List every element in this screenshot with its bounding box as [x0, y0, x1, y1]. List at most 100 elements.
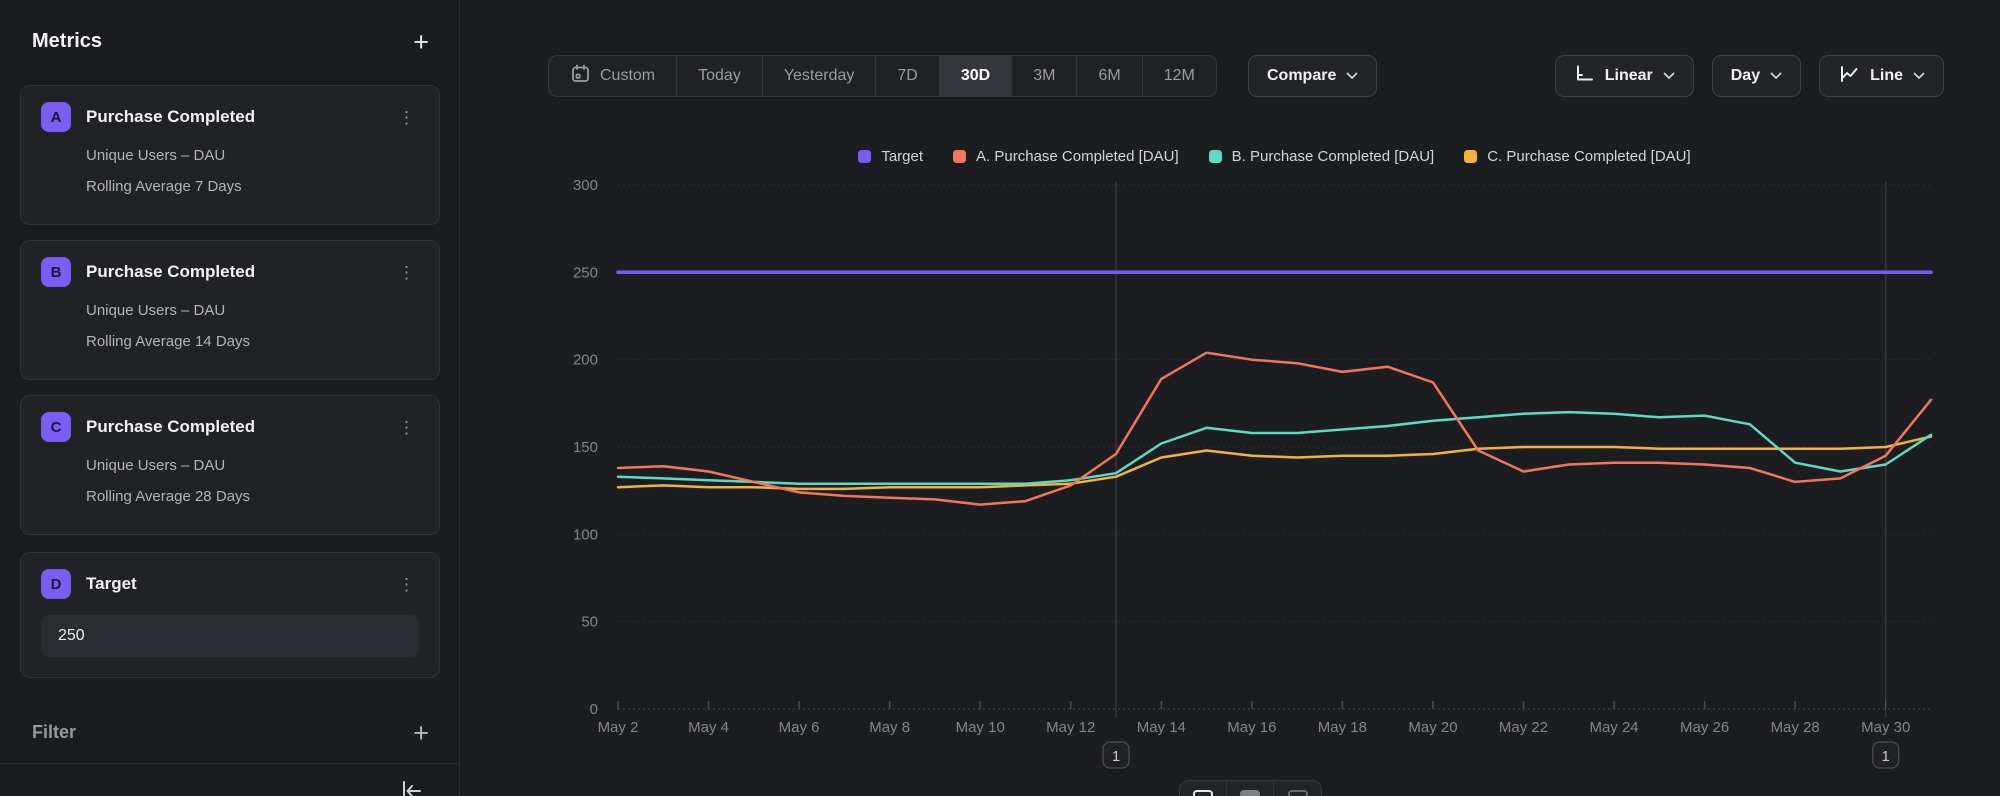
- target-card[interactable]: D Target ⋮: [20, 552, 440, 678]
- sidebar-divider: [0, 763, 459, 764]
- chart-type-label: Line: [1870, 67, 1903, 85]
- svg-text:150: 150: [573, 439, 598, 456]
- metric-title: Purchase Completed: [86, 262, 394, 282]
- chevron-down-icon: [1346, 67, 1358, 85]
- view-toggle: [1179, 780, 1322, 796]
- chevron-down-icon: [1913, 67, 1925, 85]
- range-label: Custom: [600, 67, 655, 85]
- metrics-header: Metrics +: [32, 30, 429, 53]
- metric-badge-b: B: [41, 257, 71, 287]
- range-3m[interactable]: 3M: [1012, 56, 1077, 96]
- interval-label: Day: [1731, 67, 1760, 85]
- scale-select[interactable]: Linear: [1555, 55, 1694, 97]
- add-metric-button[interactable]: +: [413, 32, 429, 52]
- metric-card-head: C Purchase Completed ⋮: [41, 412, 419, 442]
- metric-badge-c: C: [41, 412, 71, 442]
- grid-view-button[interactable]: [1274, 781, 1321, 796]
- chart-view-icon: [1193, 790, 1213, 796]
- svg-text:200: 200: [573, 352, 598, 369]
- metric-card-head: B Purchase Completed ⋮: [41, 257, 419, 287]
- scale-label: Linear: [1605, 67, 1653, 85]
- compare-button[interactable]: Compare: [1248, 55, 1377, 97]
- range-label: 30D: [961, 67, 990, 85]
- axis-scale-icon: [1574, 63, 1595, 89]
- target-value-input[interactable]: [41, 615, 419, 657]
- metric-measure: Unique Users – DAU: [86, 147, 419, 164]
- svg-text:May 16: May 16: [1227, 719, 1276, 736]
- collapse-sidebar-icon[interactable]: [398, 778, 424, 796]
- calendar-icon: [570, 63, 591, 89]
- range-6m[interactable]: 6M: [1077, 56, 1142, 96]
- svg-text:May 4: May 4: [688, 719, 729, 736]
- chart-toolbar: Custom Today Yesterday 7D 30D 3M 6M 12M …: [461, 55, 2000, 97]
- metric-measure: Unique Users – DAU: [86, 457, 419, 474]
- range-label: Today: [698, 67, 741, 85]
- chevron-down-icon: [1663, 67, 1675, 85]
- svg-text:50: 50: [581, 614, 598, 631]
- svg-text:May 26: May 26: [1680, 719, 1729, 736]
- svg-text:0: 0: [590, 701, 598, 718]
- metric-transform: Rolling Average 28 Days: [86, 488, 419, 505]
- svg-text:300: 300: [573, 177, 598, 194]
- kebab-menu-icon[interactable]: ⋮: [394, 417, 419, 438]
- svg-text:May 30: May 30: [1861, 719, 1910, 736]
- svg-text:May 24: May 24: [1589, 719, 1638, 736]
- kebab-menu-icon[interactable]: ⋮: [394, 574, 419, 595]
- metric-transform: Rolling Average 7 Days: [86, 178, 419, 195]
- range-label: Yesterday: [784, 67, 855, 85]
- range-30d[interactable]: 30D: [940, 56, 1012, 96]
- svg-text:May 18: May 18: [1318, 719, 1367, 736]
- filter-section: Filter +: [32, 722, 429, 743]
- table-view-button[interactable]: [1227, 781, 1274, 796]
- chart-panel: Custom Today Yesterday 7D 30D 3M 6M 12M …: [461, 0, 2000, 796]
- range-custom[interactable]: Custom: [549, 56, 677, 96]
- metric-transform: Rolling Average 14 Days: [86, 333, 419, 350]
- svg-text:May 2: May 2: [598, 719, 639, 736]
- chevron-down-icon: [1770, 67, 1782, 85]
- metric-badge-a: A: [41, 102, 71, 132]
- date-range-picker: Custom Today Yesterday 7D 30D 3M 6M 12M: [548, 55, 1217, 97]
- range-label: 3M: [1033, 67, 1055, 85]
- svg-text:1: 1: [1882, 748, 1890, 765]
- grid-view-icon: [1288, 790, 1308, 796]
- svg-text:May 8: May 8: [869, 719, 910, 736]
- range-today[interactable]: Today: [677, 56, 763, 96]
- metric-card-head: A Purchase Completed ⋮: [41, 102, 419, 132]
- metric-measure: Unique Users – DAU: [86, 302, 419, 319]
- metric-title: Purchase Completed: [86, 107, 394, 127]
- svg-text:May 14: May 14: [1137, 719, 1186, 736]
- interval-select[interactable]: Day: [1712, 55, 1801, 97]
- svg-text:May 28: May 28: [1771, 719, 1820, 736]
- svg-text:May 22: May 22: [1499, 719, 1548, 736]
- kebab-menu-icon[interactable]: ⋮: [394, 262, 419, 283]
- svg-text:May 20: May 20: [1408, 719, 1457, 736]
- range-7d[interactable]: 7D: [876, 56, 939, 96]
- metrics-line-chart[interactable]: 0 50 100 150 200 250 300 May 2 May 4 May 6 May 8 Ma…: [561, 130, 1951, 796]
- svg-text:250: 250: [573, 264, 598, 281]
- metric-card-head: D Target ⋮: [41, 569, 419, 599]
- filter-title: Filter: [32, 722, 76, 743]
- chart-view-button[interactable]: [1180, 781, 1227, 796]
- svg-text:May 10: May 10: [956, 719, 1005, 736]
- metric-card-b[interactable]: B Purchase Completed ⋮ Unique Users – DA…: [20, 240, 440, 380]
- svg-text:1: 1: [1112, 748, 1120, 765]
- table-view-icon: [1240, 790, 1260, 796]
- chart-type-select[interactable]: Line: [1819, 55, 1944, 97]
- metric-title: Target: [86, 574, 394, 594]
- metric-title: Purchase Completed: [86, 417, 394, 437]
- line-chart-icon: [1838, 64, 1860, 89]
- svg-text:100: 100: [573, 526, 598, 543]
- chart-display-controls: Linear Day Line: [1555, 55, 1944, 97]
- metrics-sidebar: Metrics + A Purchase Completed ⋮ Unique …: [0, 0, 460, 796]
- range-yesterday[interactable]: Yesterday: [763, 56, 877, 96]
- metric-card-c[interactable]: C Purchase Completed ⋮ Unique Users – DA…: [20, 395, 440, 535]
- range-12m[interactable]: 12M: [1143, 56, 1216, 96]
- svg-text:May 6: May 6: [779, 719, 820, 736]
- analytics-dashboard: Metrics + A Purchase Completed ⋮ Unique …: [0, 0, 2000, 796]
- compare-label: Compare: [1267, 67, 1336, 85]
- kebab-menu-icon[interactable]: ⋮: [394, 107, 419, 128]
- range-label: 7D: [897, 67, 917, 85]
- add-filter-button[interactable]: +: [413, 723, 429, 743]
- svg-text:May 12: May 12: [1046, 719, 1095, 736]
- metric-card-a[interactable]: A Purchase Completed ⋮ Unique Users – DA…: [20, 85, 440, 225]
